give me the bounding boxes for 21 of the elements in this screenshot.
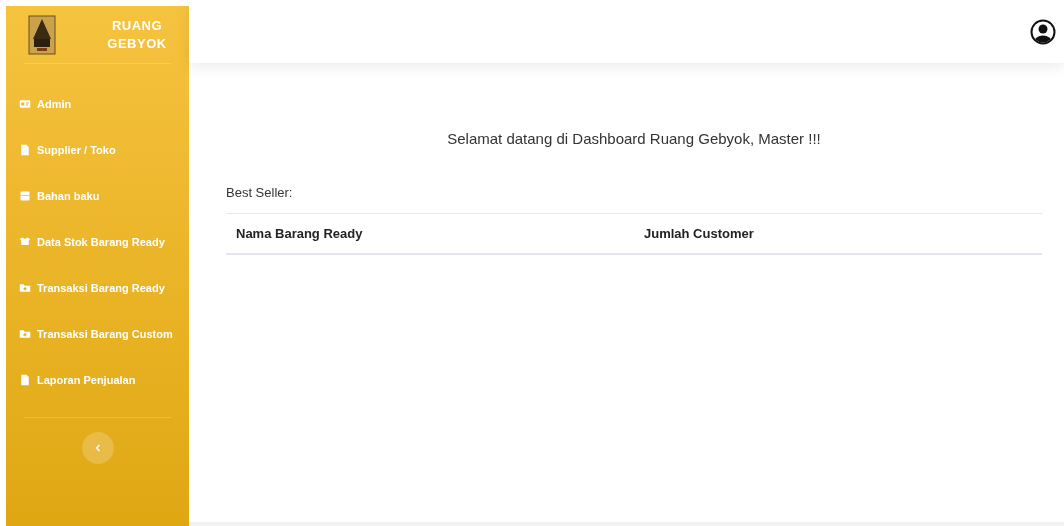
- column-header: Nama Barang Ready: [226, 213, 634, 254]
- box-icon: [19, 190, 31, 202]
- folder-icon: [19, 282, 31, 294]
- chevron-left-icon: [93, 444, 102, 452]
- file-icon: [19, 144, 31, 156]
- id-card-icon: [19, 98, 31, 110]
- welcome-message: Selamat datang di Dashboard Ruang Gebyok, Master !!!: [446, 130, 822, 147]
- column-header: Jumlah Customer: [634, 213, 1042, 254]
- sidebar-item[interactable]: Laporan Penjualan: [19, 357, 171, 403]
- sidebar-item[interactable]: Admin: [19, 81, 171, 127]
- logo-icon: [28, 14, 56, 55]
- folder-icon: [19, 328, 31, 340]
- sidebar-item[interactable]: Transaksi Barang Ready: [19, 265, 171, 311]
- file-icon: [19, 374, 31, 386]
- user-icon[interactable]: [1030, 18, 1056, 45]
- sidebar-item[interactable]: Bahan baku: [19, 173, 171, 219]
- sidebar-item[interactable]: Supplier / Toko: [19, 127, 171, 173]
- sidebar-item[interactable]: Transaksi Barang Custom: [19, 311, 171, 357]
- section-label: Best Seller:: [226, 185, 294, 200]
- sidebar-item[interactable]: Data Stok Barang Ready: [19, 219, 171, 265]
- brand-name: RUANG GEBYOK: [107, 16, 167, 53]
